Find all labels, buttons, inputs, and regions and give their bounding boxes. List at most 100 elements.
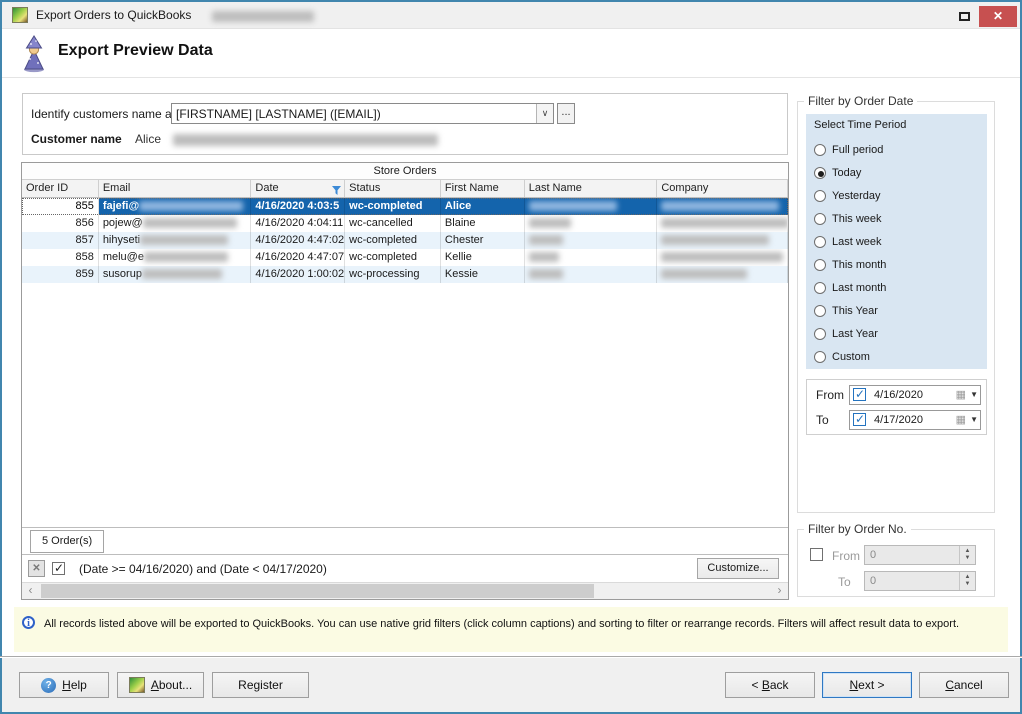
filter-enabled-checkbox[interactable]	[52, 562, 65, 575]
order-row-857[interactable]: 857hihyseti4/16/2020 4:47:02 Pwc-complet…	[22, 232, 788, 249]
calendar-icon[interactable]: ▦	[956, 413, 966, 426]
column-header-company[interactable]: Company	[657, 180, 788, 197]
cell-company[interactable]	[657, 198, 788, 215]
radio-this-year[interactable]: This Year	[814, 303, 878, 319]
radio-this-month[interactable]: This month	[814, 257, 886, 273]
name-format-combobox[interactable]: [FIRSTNAME] [LASTNAME] ([EMAIL]) ∨	[171, 103, 554, 124]
column-header-date[interactable]: Date	[251, 180, 345, 197]
radio-button-icon[interactable]	[814, 213, 826, 225]
calendar-icon[interactable]: ▦	[956, 388, 966, 401]
radio-button-icon[interactable]	[814, 282, 826, 294]
column-header-first-name[interactable]: First Name	[441, 180, 525, 197]
radio-last-year[interactable]: Last Year	[814, 326, 878, 342]
customize-filter-button[interactable]: Customize...	[697, 558, 779, 579]
cell-date[interactable]: 4/16/2020 1:00:02 P	[251, 266, 345, 283]
cancel-button[interactable]: Cancel	[919, 672, 1009, 698]
radio-yesterday[interactable]: Yesterday	[814, 188, 881, 204]
cell-status[interactable]: wc-processing	[345, 266, 441, 283]
cell-status[interactable]: wc-completed	[345, 232, 441, 249]
cell-company[interactable]	[657, 232, 788, 249]
radio-last-week[interactable]: Last week	[814, 234, 882, 250]
cell-order-id[interactable]: 855	[22, 198, 99, 215]
about-button[interactable]: About...	[117, 672, 204, 698]
help-button[interactable]: ?Help	[19, 672, 109, 698]
column-header-email[interactable]: Email	[99, 180, 252, 197]
cell-status[interactable]: wc-cancelled	[345, 215, 441, 232]
spinner-arrows-icon[interactable]: ▲▼	[959, 546, 975, 564]
radio-label: Last Year	[832, 328, 878, 340]
cell-company[interactable]	[657, 266, 788, 283]
radio-button-icon[interactable]	[814, 351, 826, 363]
orderno-to-spinner[interactable]: 0 ▲▼	[864, 571, 976, 591]
cell-date[interactable]: 4/16/2020 4:03:5	[251, 198, 345, 215]
cell-email[interactable]: susorup	[99, 266, 252, 283]
cell-email[interactable]: hihyseti	[99, 232, 252, 249]
radio-button-icon[interactable]	[814, 144, 826, 156]
orderno-enabled-checkbox[interactable]	[810, 548, 823, 561]
scroll-right-icon[interactable]: ›	[771, 583, 788, 599]
scroll-left-icon[interactable]: ‹	[22, 583, 39, 599]
cell-status[interactable]: wc-completed	[345, 249, 441, 266]
cell-last-name[interactable]	[525, 198, 658, 215]
cell-email[interactable]: pojew@	[99, 215, 252, 232]
cell-first-name[interactable]: Kessie	[441, 266, 525, 283]
radio-button-icon[interactable]	[814, 259, 826, 271]
cell-date[interactable]: 4/16/2020 4:04:11 P	[251, 215, 345, 232]
cell-last-name[interactable]	[525, 266, 658, 283]
cell-date[interactable]: 4/16/2020 4:47:07 P	[251, 249, 345, 266]
radio-button-icon[interactable]	[814, 190, 826, 202]
radio-this-week[interactable]: This week	[814, 211, 882, 227]
spinner-arrows-icon[interactable]: ▲▼	[959, 572, 975, 590]
cell-last-name[interactable]	[525, 249, 658, 266]
date-to-checkbox[interactable]	[853, 413, 866, 426]
cell-company[interactable]	[657, 215, 788, 232]
cell-first-name[interactable]: Kellie	[441, 249, 525, 266]
cell-order-id[interactable]: 857	[22, 232, 99, 249]
cell-date[interactable]: 4/16/2020 4:47:02 P	[251, 232, 345, 249]
cell-first-name[interactable]: Alice	[441, 198, 525, 215]
chevron-down-icon[interactable]: ▼	[970, 390, 978, 399]
date-to-picker[interactable]: 4/17/2020 ▦ ▼	[849, 410, 981, 430]
radio-today[interactable]: Today	[814, 165, 861, 181]
scrollbar-thumb[interactable]	[41, 584, 594, 598]
date-from-picker[interactable]: 4/16/2020 ▦ ▼	[849, 385, 981, 405]
cell-status[interactable]: wc-completed	[345, 198, 441, 215]
filter-funnel-icon[interactable]	[332, 184, 341, 197]
radio-last-month[interactable]: Last month	[814, 280, 886, 296]
orderno-from-spinner[interactable]: 0 ▲▼	[864, 545, 976, 565]
radio-button-icon[interactable]	[814, 328, 826, 340]
column-header-order-id[interactable]: Order ID	[22, 180, 99, 197]
radio-button-icon[interactable]	[814, 236, 826, 248]
cell-last-name[interactable]	[525, 215, 658, 232]
maximize-button[interactable]	[952, 8, 976, 25]
clear-filter-button[interactable]: ✕	[28, 560, 45, 577]
cell-order-id[interactable]: 858	[22, 249, 99, 266]
register-button[interactable]: Register	[212, 672, 309, 698]
cell-first-name[interactable]: Chester	[441, 232, 525, 249]
next-button[interactable]: Next >	[822, 672, 912, 698]
chevron-down-icon[interactable]: ▼	[970, 415, 978, 424]
cell-order-id[interactable]: 856	[22, 215, 99, 232]
order-row-856[interactable]: 856pojew@4/16/2020 4:04:11 Pwc-cancelled…	[22, 215, 788, 232]
cell-order-id[interactable]: 859	[22, 266, 99, 283]
horizontal-scrollbar[interactable]: ‹ ›	[22, 582, 788, 599]
order-row-855[interactable]: 855fajefi@4/16/2020 4:03:5wc-completedAl…	[22, 198, 788, 215]
column-header-status[interactable]: Status	[345, 180, 441, 197]
radio-button-icon[interactable]	[814, 305, 826, 317]
radio-button-icon[interactable]	[814, 167, 826, 179]
close-button[interactable]: ✕	[979, 6, 1017, 27]
chevron-down-icon[interactable]: ∨	[536, 104, 553, 123]
cell-first-name[interactable]: Blaine	[441, 215, 525, 232]
cell-company[interactable]	[657, 249, 788, 266]
order-row-859[interactable]: 859susorup4/16/2020 1:00:02 Pwc-processi…	[22, 266, 788, 283]
name-format-more-button[interactable]: ...	[557, 103, 575, 124]
cell-email[interactable]: fajefi@	[99, 198, 252, 215]
cell-email[interactable]: melu@e	[99, 249, 252, 266]
radio-full-period[interactable]: Full period	[814, 142, 883, 158]
order-row-858[interactable]: 858melu@e4/16/2020 4:47:07 Pwc-completed…	[22, 249, 788, 266]
date-from-checkbox[interactable]	[853, 388, 866, 401]
back-button[interactable]: < Back	[725, 672, 815, 698]
radio-custom[interactable]: Custom	[814, 349, 870, 365]
column-header-last-name[interactable]: Last Name	[525, 180, 658, 197]
cell-last-name[interactable]	[525, 232, 658, 249]
